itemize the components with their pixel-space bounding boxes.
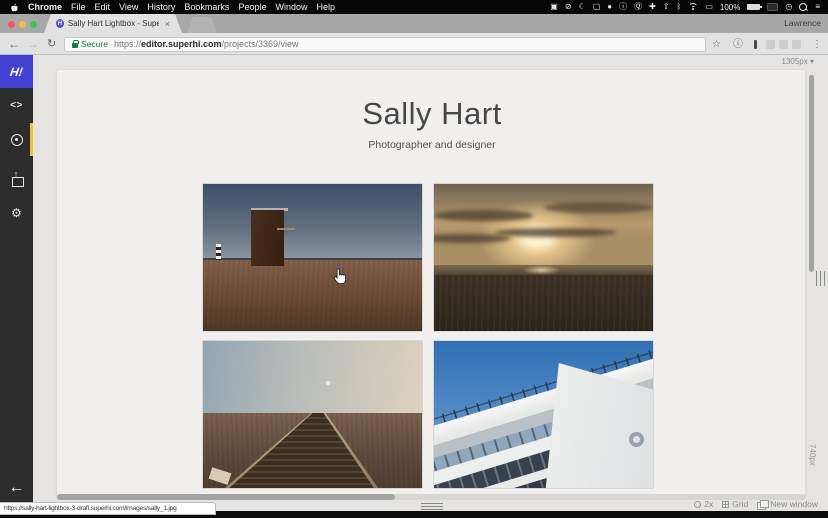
extension-info-icon[interactable]: ⓘ (733, 37, 743, 53)
close-window-button[interactable] (8, 21, 15, 28)
back-button[interactable]: ← (8, 36, 20, 52)
zoom-2x-button[interactable]: 2x (694, 499, 713, 509)
bluetooth-icon[interactable]: ᛒ (677, 1, 682, 13)
preview-controls: 2x Grid New window (694, 499, 818, 509)
photo-sunset-sea[interactable] (434, 184, 653, 331)
extension-disabled-icon[interactable] (779, 40, 788, 49)
horizontal-scrollbar-thumb[interactable] (57, 494, 395, 500)
menu-bookmarks[interactable]: Bookmarks (184, 2, 229, 12)
battery-icon[interactable] (747, 4, 760, 10)
fullscreen-window-button[interactable] (30, 21, 37, 28)
menu-file[interactable]: File (71, 2, 86, 12)
page-title: Sally Hart (57, 96, 806, 132)
extension-bar-icon[interactable] (754, 40, 757, 49)
new-window-button[interactable]: New window (757, 499, 818, 509)
info-circle-icon[interactable]: ⓘ (619, 1, 627, 13)
tab-title: Sally Hart Lightbox - SuperHi (68, 19, 159, 28)
chrome-tabstrip: H Sally Hart Lightbox - SuperHi × Lawren… (0, 14, 828, 33)
apple-menu-icon[interactable] (10, 1, 19, 13)
chevron-down-icon: ▾ (810, 57, 814, 66)
sidebar-item-code[interactable]: <> (0, 89, 33, 122)
secure-label: Secure (81, 39, 108, 49)
battery-percent-label: 100% (720, 3, 740, 12)
code-icon: <> (10, 100, 23, 111)
zoom-circle-icon (694, 501, 701, 508)
menu-window[interactable]: Window (275, 2, 307, 12)
back-arrow-icon: ← (9, 479, 25, 497)
hand-cursor (333, 268, 347, 285)
extension-disabled-icon[interactable] (766, 40, 775, 49)
sidebar-item-preview[interactable] (0, 123, 33, 156)
back-to-projects-button[interactable]: ← (0, 473, 33, 503)
browser-tab[interactable]: H Sally Hart Lightbox - SuperHi × (44, 14, 182, 33)
do-not-disturb-icon[interactable]: ⊘ (565, 1, 572, 13)
menu-history[interactable]: History (147, 2, 175, 12)
airplay-display-icon[interactable]: ▭ (705, 1, 713, 13)
eye-icon (11, 134, 23, 146)
superhi-logo[interactable]: H! (0, 55, 33, 88)
menu-view[interactable]: View (119, 2, 138, 12)
reload-button[interactable]: ↻ (47, 36, 56, 52)
moon-icon[interactable]: ☾ (579, 1, 586, 13)
viewport-width-selector[interactable]: 1305px ▾ (740, 57, 814, 66)
photo-tower-beach[interactable] (203, 184, 422, 331)
menu-people[interactable]: People (238, 2, 266, 12)
chrome-toolbar: ← → ↻ Secure https://editor.superhi.com/… (0, 33, 828, 55)
vertical-scrollbar[interactable] (809, 75, 814, 272)
window-app-icon[interactable]: ▢ (593, 1, 601, 13)
video-camera-icon[interactable]: ▣ (550, 1, 558, 13)
chrome-menu-icon[interactable]: ⋮ (812, 37, 822, 53)
menubar-app-name[interactable]: Chrome (28, 2, 62, 12)
control-center-menu-icon[interactable]: ≡ (815, 1, 820, 13)
active-item-indicator (30, 123, 33, 156)
new-window-icon (757, 500, 767, 508)
new-tab-button[interactable] (187, 17, 217, 33)
photo-white-pavilion[interactable] (434, 341, 653, 488)
grid-icon (722, 501, 729, 508)
share-icon (10, 172, 24, 186)
macos-menubar: Chrome File Edit View History Bookmarks … (0, 0, 828, 14)
pavilion-ring-emblem (629, 432, 644, 447)
circle-q-icon[interactable]: Ⓠ (634, 1, 642, 13)
page-url: https://editor.superhi.com/projects/3369… (114, 39, 299, 49)
preview-page: Sally Hart Photographer and designer (56, 69, 806, 498)
sidebar-item-settings[interactable]: ⚙ (0, 196, 33, 229)
forward-button[interactable]: → (27, 36, 39, 52)
secure-lock-icon (72, 43, 78, 48)
menu-help[interactable]: Help (316, 2, 335, 12)
share-menubar-icon[interactable]: ⇧ (663, 1, 670, 13)
bookmark-star-icon[interactable]: ☆ (712, 37, 721, 53)
superhi-favicon-icon: H (56, 19, 64, 28)
clock-icon[interactable]: ◷ (785, 1, 792, 13)
droplet-icon[interactable]: ● (607, 1, 612, 13)
viewport-height-label: 740px (808, 444, 817, 466)
preview-width-drag-handle[interactable] (816, 271, 825, 286)
superhi-sidebar: H! <> ⚙ ← (0, 55, 33, 512)
tab-close-icon[interactable]: × (165, 19, 170, 29)
gear-icon: ⚙ (11, 206, 22, 220)
screen: Chrome File Edit View History Bookmarks … (0, 0, 828, 518)
spotlight-search-icon[interactable] (799, 3, 808, 12)
sidebar-item-share[interactable] (0, 162, 33, 195)
plus-app-icon[interactable]: ✚ (649, 1, 656, 13)
link-status-bubble: https://sally-hart-lightbox-3-draft.supe… (0, 502, 216, 515)
minimize-window-button[interactable] (19, 21, 26, 28)
address-bar[interactable]: Secure https://editor.superhi.com/projec… (64, 37, 706, 52)
photo-boardwalk[interactable] (203, 341, 422, 488)
grid-toggle-button[interactable]: Grid (722, 499, 748, 509)
wifi-icon[interactable] (688, 3, 698, 11)
preview-height-drag-handle[interactable] (421, 503, 443, 510)
battery-app-badge-icon[interactable] (767, 3, 778, 11)
page-subtitle: Photographer and designer (57, 139, 806, 151)
chrome-profile-name[interactable]: Lawrence (784, 18, 821, 28)
extension-disabled-icon[interactable] (792, 40, 801, 49)
menu-edit[interactable]: Edit (95, 2, 111, 12)
